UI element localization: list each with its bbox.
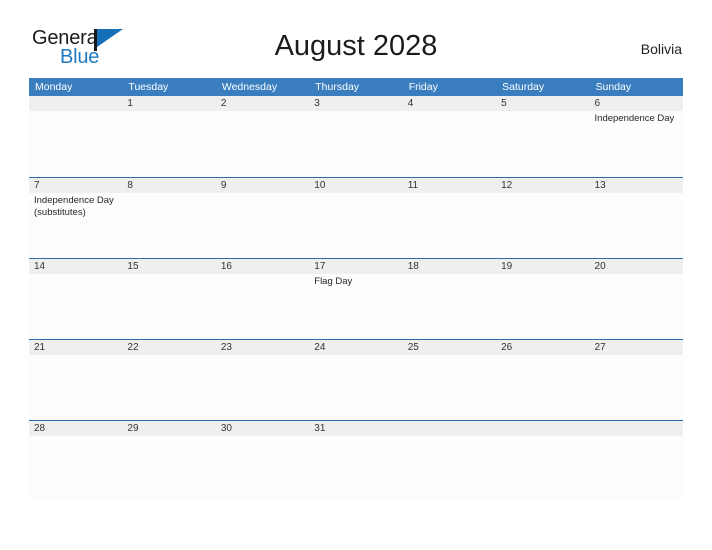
day-number: 2 xyxy=(220,98,227,109)
calendar-page: General Blue August 2028 Bolivia Monday T… xyxy=(0,0,712,550)
day-cell-empty xyxy=(29,96,122,177)
calendar-weeks: 1 2 3 4 5 6 Independence Day 7 Independence Day … xyxy=(29,96,683,501)
day-cell-27[interactable]: 27 xyxy=(590,340,683,420)
day-number: 31 xyxy=(314,423,326,434)
day-cell-28[interactable]: 28 xyxy=(29,421,122,501)
day-cell-empty xyxy=(496,421,589,501)
day-number xyxy=(408,421,491,436)
day-cell-10[interactable]: 10 xyxy=(309,178,402,258)
day-number xyxy=(34,96,117,111)
day-cell-15[interactable]: 15 xyxy=(122,259,215,339)
holiday-event-label: Independence Day xyxy=(594,113,675,124)
day-cell-7[interactable]: 7 Independence Day (substitutes) xyxy=(29,178,122,258)
day-cell-31[interactable]: 31 xyxy=(309,421,402,501)
weekday-header-sunday: Sunday xyxy=(595,81,632,93)
day-cell-row: 28 29 30 31 xyxy=(29,421,683,501)
day-number: 12 xyxy=(501,180,513,191)
day-cell-row: 7 Independence Day (substitutes) 8 9 10 11 12 1… xyxy=(29,178,683,258)
day-cell-6[interactable]: 6 Independence Day xyxy=(590,96,683,177)
day-cell-row: 14 15 16 17 Flag Day 18 19 20 xyxy=(29,259,683,339)
calendar-grid: Monday Tuesday Wednesday Thursday Friday Satu… xyxy=(29,78,683,501)
page-header: General Blue August 2028 Bolivia xyxy=(0,0,712,78)
day-number: 14 xyxy=(34,261,46,272)
day-cell-empty xyxy=(590,421,683,501)
holiday-event-label: Flag Day xyxy=(314,276,353,287)
day-cell-3[interactable]: 3 xyxy=(309,96,402,177)
weekday-header-tuesday: Tuesday xyxy=(128,81,169,93)
day-number: 25 xyxy=(407,342,419,353)
day-cell-5[interactable]: 5 xyxy=(496,96,589,177)
day-cell-20[interactable]: 20 xyxy=(590,259,683,339)
day-cell-21[interactable]: 21 xyxy=(29,340,122,420)
day-cell-4[interactable]: 4 xyxy=(403,96,496,177)
day-number: 11 xyxy=(407,180,419,191)
day-number: 20 xyxy=(594,261,606,272)
day-number: 9 xyxy=(220,180,227,191)
day-number: 7 xyxy=(34,180,40,191)
day-number: 1 xyxy=(127,98,133,109)
day-number: 13 xyxy=(594,180,606,191)
day-number: 19 xyxy=(501,261,513,272)
day-number: 23 xyxy=(220,342,232,353)
day-number: 6 xyxy=(594,98,601,109)
day-cell-8[interactable]: 8 xyxy=(122,178,215,258)
day-number: 21 xyxy=(34,342,46,353)
day-cell-9[interactable]: 9 xyxy=(216,178,309,258)
day-cell-29[interactable]: 29 xyxy=(122,421,215,501)
week-row: 7 Independence Day (substitutes) 8 9 10 11 12 1… xyxy=(29,177,683,258)
day-cell-row: 1 2 3 4 5 6 Independence Day xyxy=(29,96,683,177)
weekday-header-thursday: Thursday xyxy=(315,81,360,93)
day-number: 22 xyxy=(127,342,139,353)
weekday-header-saturday: Saturday xyxy=(502,81,545,93)
holiday-event-label: Independence Day (substitutes) xyxy=(34,195,114,218)
day-number: 24 xyxy=(314,342,326,353)
day-cell-30[interactable]: 30 xyxy=(216,421,309,501)
day-number: 15 xyxy=(127,261,139,272)
day-cell-11[interactable]: 11 xyxy=(403,178,496,258)
weekday-header-row: Monday Tuesday Wednesday Thursday Friday Satu… xyxy=(29,78,683,96)
day-cell-26[interactable]: 26 xyxy=(496,340,589,420)
day-cell-13[interactable]: 13 xyxy=(590,178,683,258)
day-number: 26 xyxy=(501,342,513,353)
day-number: 17 xyxy=(314,261,326,272)
day-cell-14[interactable]: 14 xyxy=(29,259,122,339)
day-cell-25[interactable]: 25 xyxy=(403,340,496,420)
day-number: 29 xyxy=(127,423,139,434)
week-row: 1 2 3 4 5 6 Independence Day xyxy=(29,96,683,177)
day-cell-22[interactable]: 22 xyxy=(122,340,215,420)
day-number: 28 xyxy=(34,423,46,434)
day-number: 3 xyxy=(314,98,320,109)
day-cell-23[interactable]: 23 xyxy=(216,340,309,420)
weekday-header-wednesday: Wednesday xyxy=(221,81,278,93)
day-cell-row: 21 22 23 24 25 26 27 xyxy=(29,340,683,420)
day-number: 18 xyxy=(407,261,419,272)
day-cell-19[interactable]: 19 xyxy=(496,259,589,339)
day-cell-empty xyxy=(403,421,496,501)
week-row: 14 15 16 17 Flag Day 18 19 20 xyxy=(29,258,683,339)
day-cell-12[interactable]: 12 xyxy=(496,178,589,258)
day-number xyxy=(595,421,678,436)
day-cell-1[interactable]: 1 xyxy=(122,96,215,177)
day-number: 8 xyxy=(127,180,133,191)
page-title: August 2028 xyxy=(274,30,438,62)
week-row: 28 29 30 31 xyxy=(29,420,683,501)
day-cell-24[interactable]: 24 xyxy=(309,340,402,420)
day-number: 10 xyxy=(314,180,326,191)
day-number: 27 xyxy=(594,342,606,353)
day-number: 30 xyxy=(220,423,232,434)
day-number xyxy=(501,421,584,436)
day-number: 5 xyxy=(501,98,507,109)
day-number: 4 xyxy=(407,98,414,109)
weekday-header-friday: Friday xyxy=(408,81,438,93)
country-label: Bolivia xyxy=(640,41,682,57)
day-cell-2[interactable]: 2 xyxy=(216,96,309,177)
day-number: 16 xyxy=(220,261,232,272)
week-row: 21 22 23 24 25 26 27 xyxy=(29,339,683,420)
weekday-header-monday: Monday xyxy=(35,81,73,93)
day-cell-16[interactable]: 16 xyxy=(216,259,309,339)
day-cell-17[interactable]: 17 Flag Day xyxy=(309,259,402,339)
day-cell-18[interactable]: 18 xyxy=(403,259,496,339)
